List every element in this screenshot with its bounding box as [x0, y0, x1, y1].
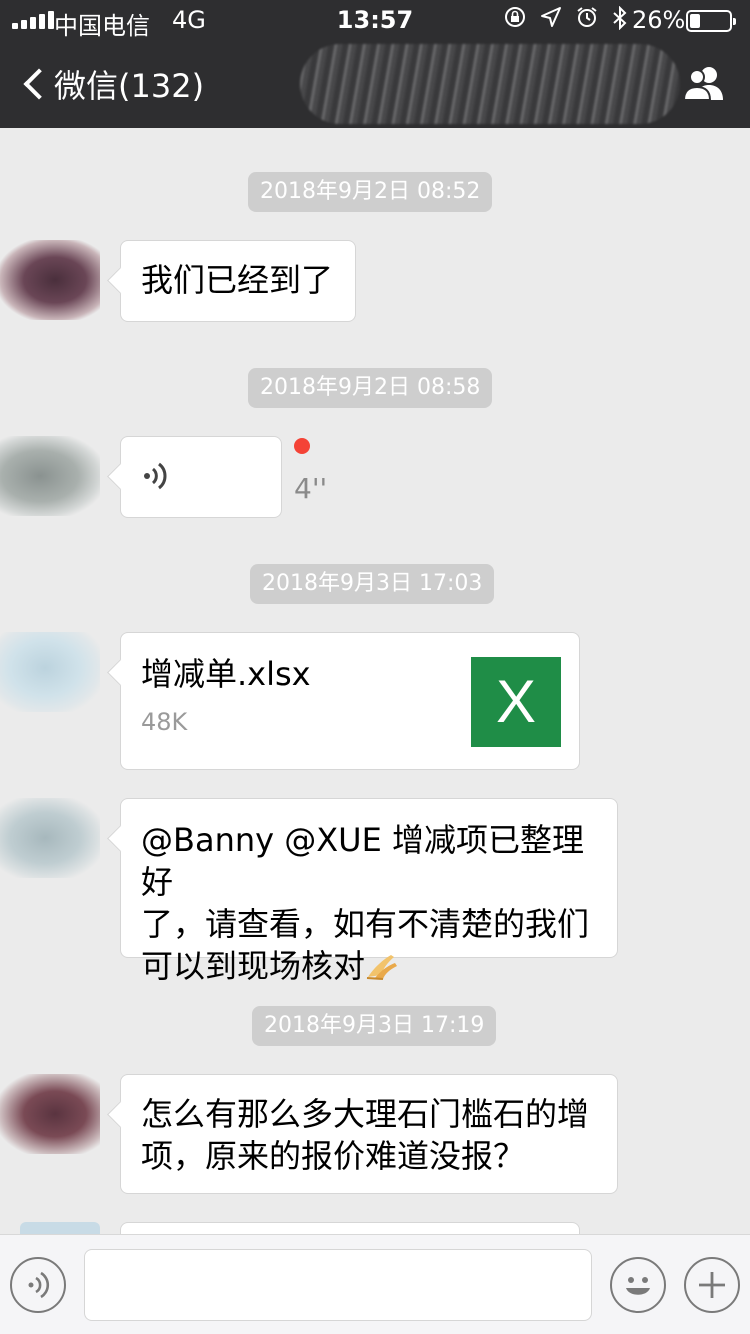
message-text: 我们已经到了: [141, 261, 334, 299]
back-label: 微信(132): [54, 67, 205, 105]
unread-dot: [294, 438, 310, 454]
emoji-icon: [626, 1277, 650, 1295]
battery-level: [690, 14, 700, 28]
voice-playback-icon: [144, 462, 167, 490]
more-actions-button[interactable]: [684, 1257, 740, 1313]
message-bubble[interactable]: 怎么有那么多大理石门槛石的增 项，原来的报价难道没报？: [120, 1074, 618, 1194]
message-line: 怎么有那么多大理石门槛石的增: [141, 1095, 590, 1133]
location-arrow-icon: [540, 6, 562, 36]
avatar[interactable]: [0, 798, 100, 878]
avatar[interactable]: [0, 436, 100, 516]
voice-duration: 4'': [294, 472, 328, 505]
avatar[interactable]: [20, 1222, 100, 1234]
battery-icon: [686, 10, 736, 32]
avatar[interactable]: [0, 632, 100, 712]
plus-icon: [699, 1272, 725, 1298]
orientation-lock-icon: [504, 6, 526, 36]
chevron-left-icon: [23, 68, 55, 100]
chat-title-redacted: [300, 44, 680, 124]
voice-message-bubble[interactable]: [120, 436, 282, 518]
message-text-input[interactable]: [84, 1249, 592, 1321]
emoji-button[interactable]: [610, 1257, 666, 1313]
file-size: 48K: [141, 708, 188, 736]
ok-hands-emoji-icon: [366, 955, 398, 980]
bluetooth-icon: [612, 5, 628, 36]
status-bar: 中国电信 4G 13:57 26%: [0, 0, 750, 40]
message-timestamp: 2018年9月2日 08:52: [248, 172, 493, 212]
file-name: 增减单.xlsx: [141, 655, 311, 693]
message-text: 怎么有那么多大理石门槛石的增 项，原来的报价难道没报？: [121, 1075, 617, 1195]
status-icons: [504, 5, 628, 36]
message-line: 可以到现场核对: [141, 947, 366, 985]
group-members-icon: [682, 67, 723, 101]
excel-file-icon: X: [471, 657, 561, 747]
message-line: 了，请查看，如有不清楚的我们: [141, 905, 590, 943]
battery-percent: 26%: [632, 6, 686, 34]
message-timestamp: 2018年9月3日 17:03: [250, 564, 495, 604]
message-timestamp: 2018年9月3日 17:19: [252, 1006, 497, 1046]
message-text: @Banny @XUE 增减项已整理好 了，请查看，如有不清楚的我们 可以到现场…: [121, 799, 617, 1007]
voice-input-button[interactable]: [10, 1257, 66, 1313]
message-line: @Banny @XUE 增减项已整理好: [141, 821, 584, 901]
avatar[interactable]: [0, 240, 100, 320]
avatar[interactable]: [0, 1074, 100, 1154]
back-button[interactable]: 微信(132): [18, 62, 204, 106]
group-info-button[interactable]: [682, 64, 726, 104]
message-bubble[interactable]: @Banny @XUE 增减项已整理好 了，请查看，如有不清楚的我们 可以到现场…: [120, 798, 618, 985]
message-bubble[interactable]: [120, 1222, 580, 1234]
message-bubble[interactable]: 我们已经到了: [120, 240, 356, 322]
file-message-bubble[interactable]: 增减单.xlsx 48K X: [120, 632, 580, 770]
chat-list[interactable]: 2018年9月2日 08:52 我们已经到了 2018年9月2日 08:58 4…: [0, 128, 750, 1234]
message-line: 项，原来的报价难道没报？: [141, 1137, 526, 1175]
title-bar: 中国电信 4G 13:57 26% 微信(132): [0, 0, 750, 128]
alarm-icon: [576, 6, 598, 36]
message-input-bar: [0, 1234, 750, 1334]
voice-input-icon: [28, 1271, 50, 1299]
message-timestamp: 2018年9月2日 08:58: [248, 368, 493, 408]
